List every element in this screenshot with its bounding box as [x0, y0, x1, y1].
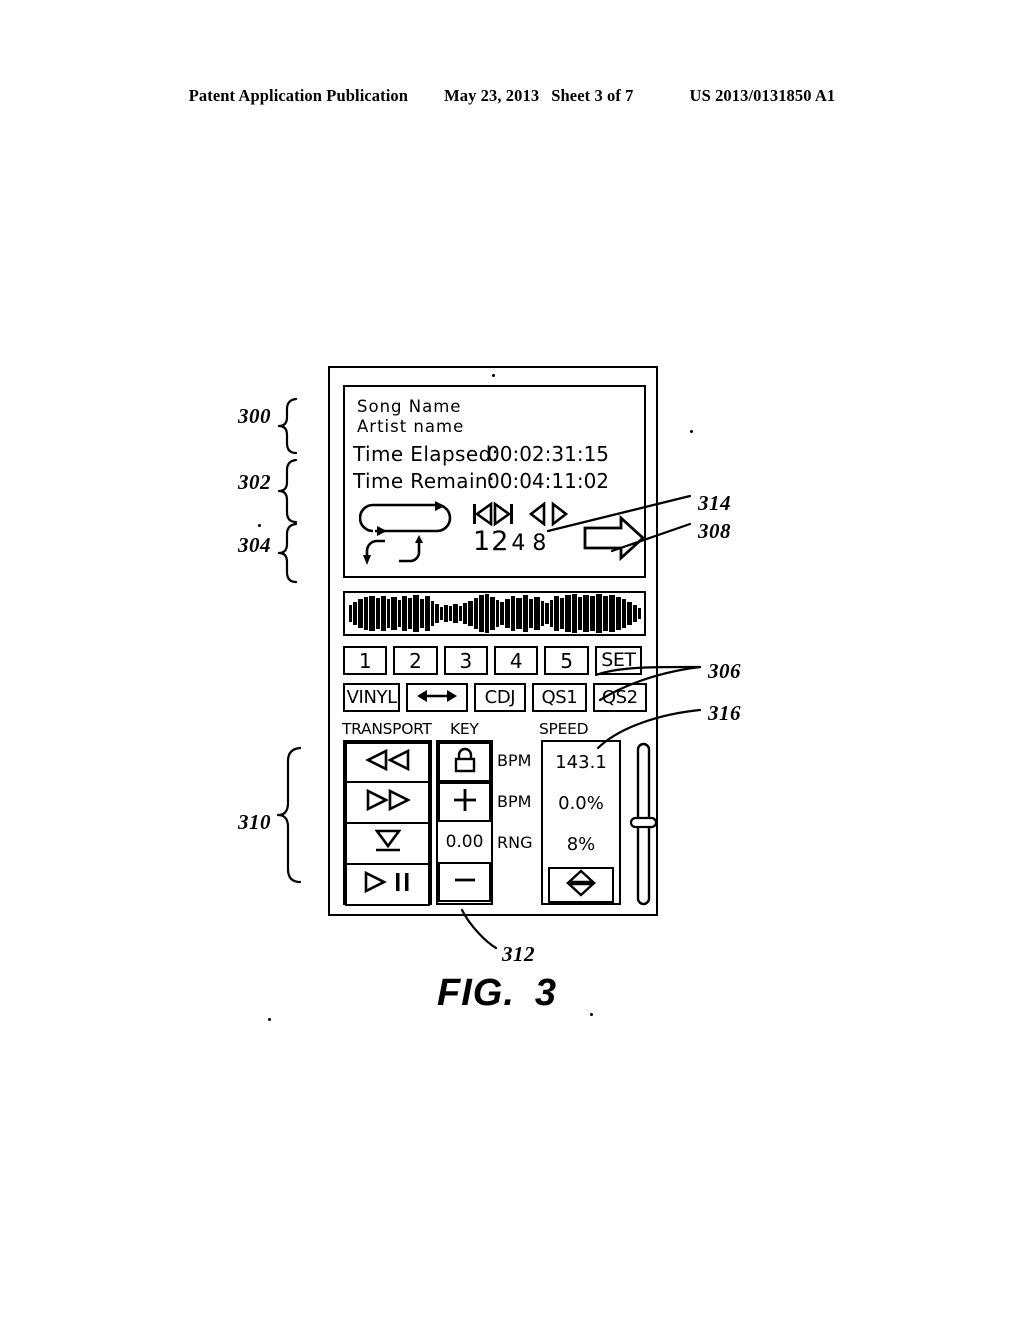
skip-next-icon[interactable]: [493, 501, 515, 527]
time-remain-label: Time Remain:: [353, 469, 496, 493]
right-arrow-icon[interactable]: [583, 514, 646, 562]
bpm-value: 143.1: [555, 752, 607, 773]
figure-3: Song Name Artist name Time Elapsed: 00:0…: [0, 0, 1024, 1320]
info-display: Song Name Artist name Time Elapsed: 00:0…: [343, 385, 646, 578]
nudge-forward-icon[interactable]: [549, 501, 569, 527]
rewind-icon: [362, 748, 414, 776]
pitch-fader[interactable]: [629, 740, 658, 908]
key-lock-icon: [452, 746, 478, 779]
beat-length-options[interactable]: 124 8: [473, 527, 593, 559]
loop-cycle-icon[interactable]: [358, 499, 455, 565]
reference-numeral-302: 302: [238, 470, 271, 494]
figure-caption-prefix: FIG.: [437, 972, 515, 1014]
dj-controller-device: Song Name Artist name Time Elapsed: 00:0…: [328, 366, 658, 916]
cue-button-3[interactable]: 3: [443, 646, 489, 675]
key-value: 0.00: [445, 832, 484, 852]
figure-caption: FIG. 3: [437, 972, 557, 1015]
reference-numeral-304: 304: [238, 533, 271, 557]
play-pause-icon: [360, 870, 416, 899]
qs1-button[interactable]: QS1: [532, 683, 587, 712]
bpm-label-2: BPM: [497, 792, 532, 811]
cue-button[interactable]: [345, 824, 430, 865]
cue-button-5[interactable]: 5: [544, 646, 589, 675]
speed-section-label: SPEED: [539, 720, 589, 738]
rng-label: RNG: [497, 833, 533, 852]
scan-artifact: [268, 1018, 271, 1021]
reference-numeral-308: 308: [698, 519, 731, 543]
vinyl-mode-button[interactable]: VINYL: [343, 683, 401, 712]
speed-row-labels: BPM BPM RNG: [497, 740, 541, 905]
track-info: Song Name Artist name: [357, 397, 464, 437]
key-lock-button[interactable]: [438, 742, 491, 782]
play-pause-button[interactable]: [345, 865, 430, 906]
cue-icon: [373, 829, 403, 858]
key-up-button[interactable]: [438, 782, 491, 822]
reference-numeral-310: 310: [238, 810, 271, 834]
time-elapsed-label: Time Elapsed:: [353, 442, 499, 466]
range-value: 8%: [566, 834, 596, 855]
transport-panel: [343, 740, 432, 906]
time-readouts: Time Elapsed: 00:02:31:15 Time Remain: 0…: [353, 441, 645, 495]
cue-button-1[interactable]: 1: [343, 646, 388, 675]
bpm-percent-value: 0.0%: [558, 793, 604, 814]
beat-option-1[interactable]: 1: [473, 526, 491, 557]
speed-range-stepper-button[interactable]: [548, 867, 614, 903]
qs2-button[interactable]: QS2: [592, 683, 648, 712]
time-remain-row: Time Remain: 00:04:11:02: [353, 468, 645, 495]
transport-section-label: TRANSPORT: [342, 720, 432, 738]
plus-icon: [451, 786, 479, 819]
skip-previous-icon[interactable]: [471, 501, 493, 527]
navigation-icon-cluster: [471, 499, 581, 529]
scan-artifact: [590, 1013, 593, 1016]
cue-button-2[interactable]: 2: [393, 646, 438, 675]
reference-numeral-316: 316: [708, 701, 741, 725]
cue-set-button[interactable]: SET: [594, 646, 642, 675]
beat-option-8[interactable]: 8: [532, 531, 547, 556]
beat-option-2[interactable]: 2: [491, 526, 509, 557]
cue-button-row: 1 2 3 4 5 SET: [343, 645, 648, 676]
fast-forward-icon: [362, 788, 414, 816]
control-section-labels: TRANSPORT KEY SPEED: [340, 720, 650, 740]
speed-panel: 143.1 0.0% 8%: [541, 740, 621, 905]
rewind-button[interactable]: [345, 742, 430, 783]
key-section-label: KEY: [450, 720, 479, 738]
cdj-mode-button[interactable]: CDJ: [473, 683, 527, 712]
cue-button-4[interactable]: 4: [494, 646, 539, 675]
song-name: Song Name: [357, 397, 462, 416]
bpm-label-1: BPM: [497, 751, 532, 770]
scratch-direction-button[interactable]: [406, 683, 468, 712]
key-down-button[interactable]: [438, 862, 491, 902]
reference-numeral-300: 300: [238, 404, 271, 428]
fast-forward-button[interactable]: [345, 783, 430, 824]
up-down-arrow-icon: [565, 868, 597, 902]
scan-artifact: [492, 374, 495, 377]
scan-artifact: [690, 430, 693, 433]
artist-name: Artist name: [357, 417, 465, 436]
time-elapsed-value: 00:02:31:15: [487, 442, 610, 466]
minus-icon: [451, 866, 479, 899]
scan-artifact: [258, 524, 261, 527]
beat-option-4[interactable]: 4: [511, 531, 526, 556]
track-waveform[interactable]: [343, 591, 646, 636]
figure-caption-number: 3: [534, 972, 558, 1014]
reference-numeral-306: 306: [708, 659, 741, 683]
mode-button-row: VINYL CDJ QS1 QS2: [343, 682, 653, 713]
key-panel: 0.00: [436, 740, 493, 905]
time-elapsed-row: Time Elapsed: 00:02:31:15: [353, 441, 645, 468]
reference-numeral-312: 312: [502, 942, 535, 966]
reference-numeral-314: 314: [698, 491, 731, 515]
nudge-back-icon[interactable]: [528, 501, 548, 527]
time-remain-value: 00:04:11:02: [487, 469, 610, 493]
left-right-arrow-icon: [415, 688, 459, 708]
